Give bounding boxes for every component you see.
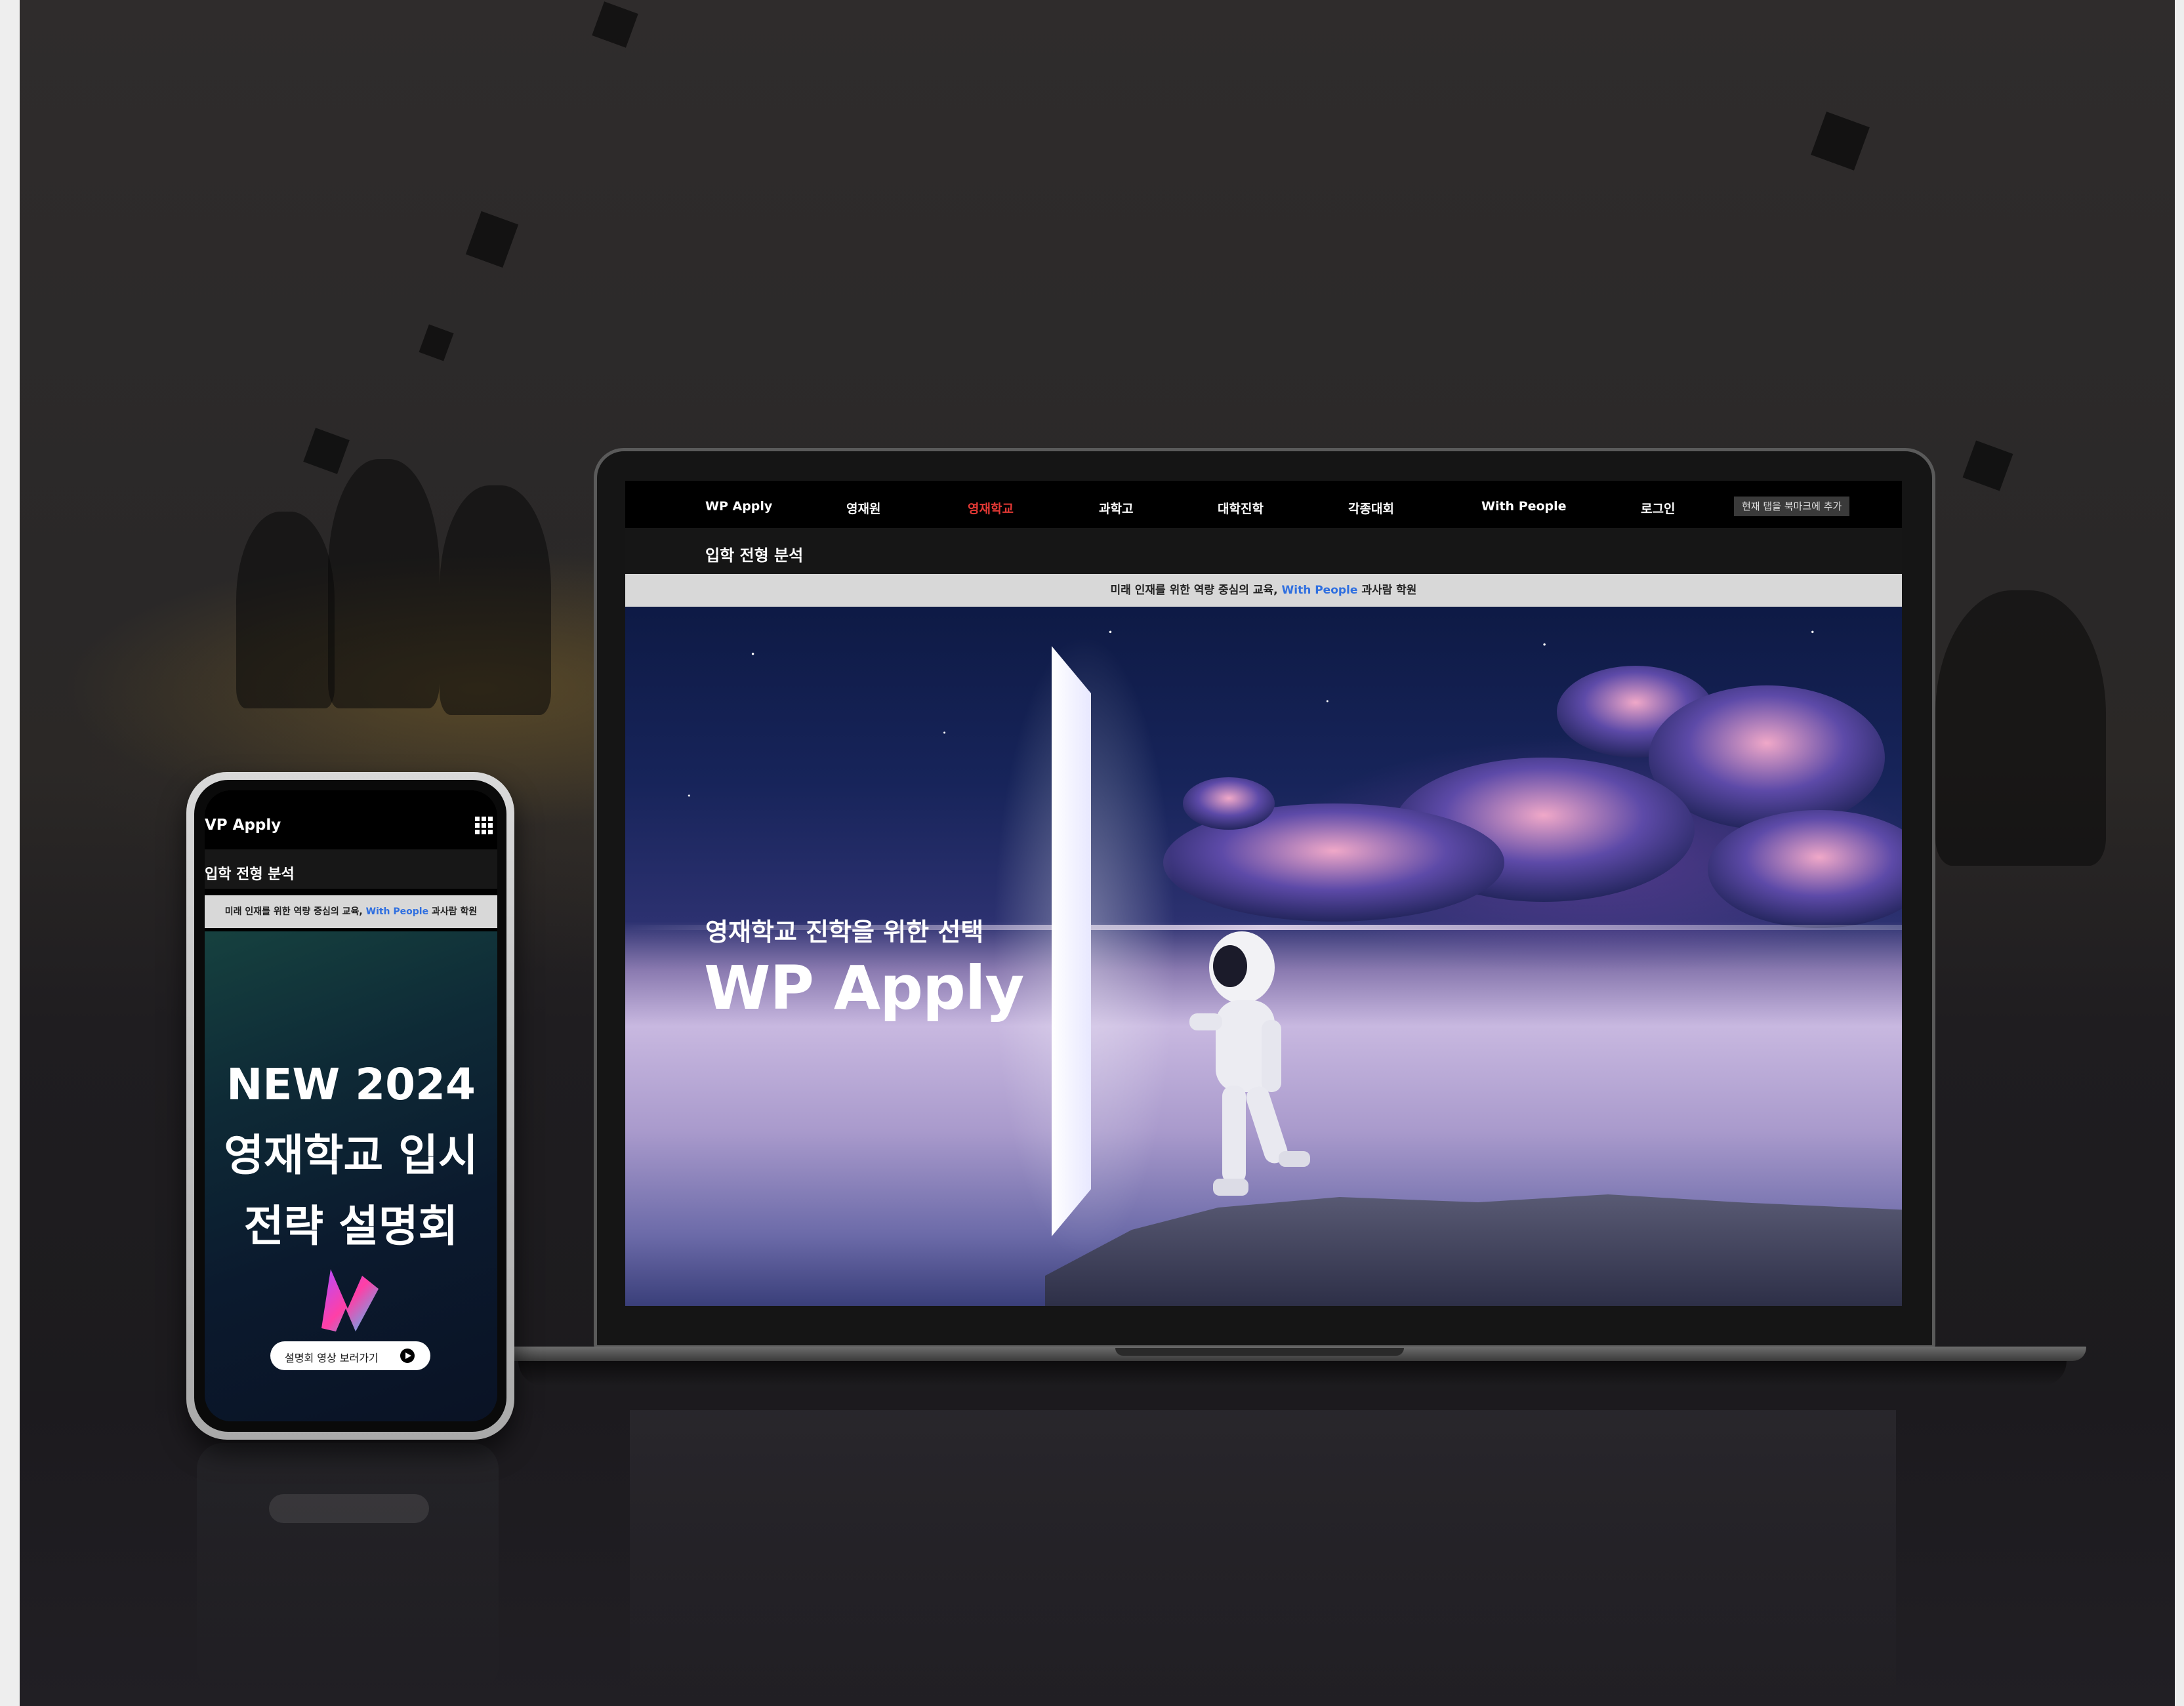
nav-item-gifted-school[interactable]: 영재학교 <box>968 499 1014 517</box>
banner-suffix: 과사람 학원 <box>1361 584 1417 597</box>
laptop-shadow <box>518 1361 2067 1386</box>
banner-text: 미래 인재를 위한 역량 중심의 교육, <box>1110 584 1278 597</box>
play-icon <box>400 1349 415 1363</box>
mobile-banner-suffix: 과사람 학원 <box>431 906 478 917</box>
grid-menu-icon[interactable] <box>475 817 495 836</box>
brand-logo-icon <box>321 1269 379 1331</box>
mobile-page-title: 입학 전형 분석 <box>205 866 295 883</box>
watch-video-button[interactable]: 설명회 영상 보러가기 <box>270 1341 430 1370</box>
nav-item-gifted-center[interactable]: 영재원 <box>846 499 880 517</box>
laptop-reflection <box>630 1410 1896 1705</box>
nav-item-wp-apply[interactable]: WP Apply <box>705 499 772 514</box>
laptop-notch <box>1115 1348 1404 1356</box>
nav-item-competitions[interactable]: 각종대회 <box>1348 499 1394 517</box>
glowing-door <box>1052 646 1091 1236</box>
watch-video-label: 설명회 영상 보러가기 <box>285 1352 379 1364</box>
mobile-header: VP Apply <box>205 790 497 849</box>
graduation-cap <box>303 428 350 474</box>
mobile-banner-link[interactable]: With People <box>366 906 428 917</box>
clouds-illustration <box>1163 666 1902 928</box>
mobile-hero: NEW 2024 영재학교 입시 전략 설명회 설명회 영상 보러가기 <box>205 931 497 1421</box>
mobile-promo-banner: 미래 인재를 위한 역량 중심의 교육, With People 과사람 학원 <box>205 895 497 928</box>
graduation-cap <box>1811 112 1870 171</box>
top-navigation: WP Apply 영재원 영재학교 과학고 대학진학 각종대회 With Peo… <box>625 481 1902 528</box>
mobile-logo[interactable]: VP Apply <box>205 817 281 834</box>
promo-banner: 미래 인재를 위한 역량 중심의 교육, With People 과사람 학원 <box>625 574 1902 607</box>
mobile-banner-text: 미래 인재를 위한 역량 중심의 교육, <box>224 906 363 917</box>
graduate-silhouette <box>440 485 551 715</box>
phone-screen: VP Apply 입학 전형 분석 미래 인재를 위한 역량 중심의 교육, W… <box>205 790 497 1421</box>
page-title: 입학 전형 분석 <box>705 546 804 565</box>
nav-item-with-people[interactable]: With People <box>1481 499 1567 514</box>
headline-line: 영재학교 입시 <box>224 1130 478 1181</box>
nav-item-login[interactable]: 로그인 <box>1641 499 1675 517</box>
graduation-cap <box>592 1 638 48</box>
headline-line: 전략 설명회 <box>243 1201 459 1251</box>
mobile-headline: NEW 2024 영재학교 입시 전략 설명회 <box>205 1049 497 1262</box>
bookmark-button[interactable]: 현재 탭을 북마크에 추가 <box>1734 497 1850 516</box>
phone-reflection <box>197 1443 499 1692</box>
graduation-cap <box>419 324 454 361</box>
headline-line: NEW 2024 <box>226 1059 476 1110</box>
hero-subtitle: 영재학교 진학을 위한 선택 <box>705 918 984 946</box>
graduate-silhouette <box>328 459 440 708</box>
graduation-cap <box>465 211 519 268</box>
nav-item-science-high[interactable]: 과학고 <box>1099 499 1133 517</box>
graduate-silhouette <box>236 512 335 708</box>
hero-title: WP Apply <box>704 953 1024 1023</box>
graduation-cap <box>1962 440 2013 491</box>
laptop-screen: WP Apply 영재원 영재학교 과학고 대학진학 각종대회 With Peo… <box>625 481 1902 1306</box>
phone-reflection-button <box>269 1494 429 1523</box>
graduate-silhouette <box>1935 590 2106 866</box>
banner-link[interactable]: With People <box>1281 584 1357 597</box>
hero-section: 영재학교 진학을 위한 선택 WP Apply <box>625 607 1902 1306</box>
sub-navigation: 입학 전형 분석 <box>625 528 1902 574</box>
mobile-subnav: 입학 전형 분석 <box>205 849 497 889</box>
nav-item-university[interactable]: 대학진학 <box>1218 499 1264 517</box>
astronaut-illustration <box>1189 931 1310 1196</box>
